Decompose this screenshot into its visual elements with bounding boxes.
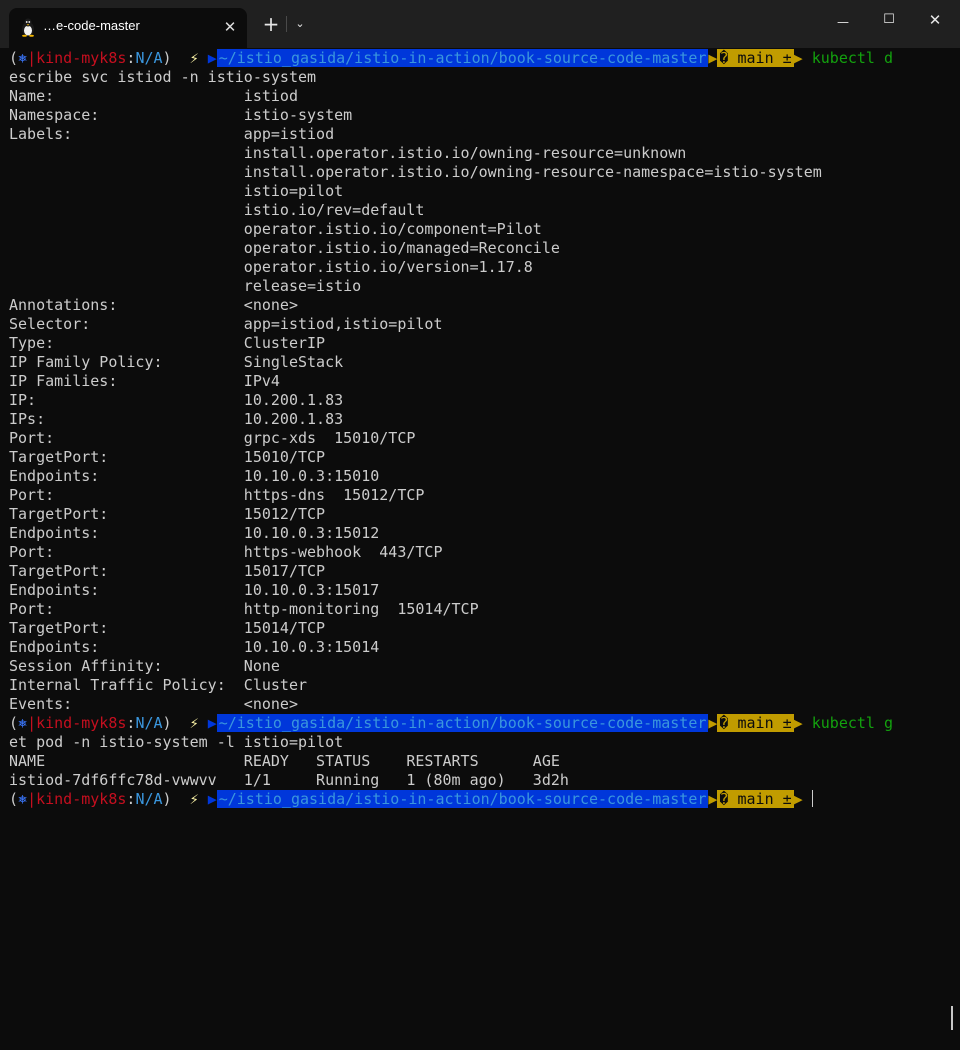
output-line: Events: <none>	[9, 695, 298, 713]
prompt-gap	[803, 49, 812, 67]
maximize-button[interactable]: ☐	[866, 0, 912, 40]
command-text: kubectl d	[811, 49, 894, 67]
prompt-separator: |	[27, 790, 37, 808]
prompt-gap	[172, 714, 190, 732]
command-continuation: escribe svc istiod -n istio-system	[9, 68, 317, 86]
prompt-line: (⎈|kind-myk8s:N/A) ⚡ ▶ ~/istio_gasida/ist…	[9, 49, 954, 68]
output-line: IPs: 10.200.1.83	[9, 410, 344, 428]
output-line: IP Families: IPv4	[9, 372, 280, 390]
git-branch: � main ±	[717, 714, 794, 732]
output-line: Endpoints: 10.10.0.3:15014	[9, 638, 380, 656]
prompt-gap	[803, 714, 812, 732]
output-line: TargetPort: 15012/TCP	[9, 505, 326, 523]
prompt-gap	[199, 49, 208, 67]
kube-namespace: N/A	[135, 714, 163, 732]
minimize-button[interactable]: —	[820, 0, 866, 40]
linux-tux-icon	[22, 18, 34, 37]
segment-arrow-icon: ▶	[207, 790, 217, 808]
output-line: Endpoints: 10.10.0.3:15017	[9, 581, 380, 599]
output-line: operator.istio.io/version=1.17.8	[9, 258, 533, 276]
tab-divider	[286, 16, 287, 32]
terminal-tab[interactable]: …e-code-master ✕	[9, 8, 247, 48]
prompt-line: (⎈|kind-myk8s:N/A) ⚡ ▶ ~/istio_gasida/ist…	[9, 790, 954, 809]
output-line: IP: 10.200.1.83	[9, 391, 344, 409]
output-line: Session Affinity: None	[9, 657, 280, 675]
prompt-paren-open: (	[9, 790, 19, 808]
new-tab-button[interactable]: +	[258, 12, 284, 36]
output-line: istio.io/rev=default	[9, 201, 425, 219]
git-branch: � main ±	[717, 49, 794, 67]
output-line: TargetPort: 15010/TCP	[9, 448, 326, 466]
tab-title: …e-code-master	[43, 18, 140, 33]
prompt-paren-open: (	[9, 714, 19, 732]
output-line: NAME READY STATUS RESTARTS AGE	[9, 752, 560, 770]
segment-arrow-icon: ▶	[207, 49, 217, 67]
output-line: install.operator.istio.io/owning-resourc…	[9, 163, 822, 181]
terminal-output[interactable]: (⎈|kind-myk8s:N/A) ⚡ ▶ ~/istio_gasida/ist…	[9, 49, 954, 1039]
output-line: Port: https-webhook 443/TCP	[9, 543, 443, 561]
segment-arrow-icon: ▶	[207, 714, 217, 732]
output-line: install.operator.istio.io/owning-resourc…	[9, 144, 687, 162]
prompt-gap	[172, 49, 190, 67]
lightning-icon: ⚡	[189, 714, 199, 732]
current-directory: ~/istio_gasida/istio-in-action/book-sour…	[216, 790, 709, 808]
scrollbar-thumb[interactable]	[951, 1006, 953, 1030]
prompt-line: (⎈|kind-myk8s:N/A) ⚡ ▶ ~/istio_gasida/ist…	[9, 714, 954, 733]
git-branch: � main ±	[717, 790, 794, 808]
output-line: release=istio	[9, 277, 362, 295]
prompt-paren-close: )	[162, 714, 172, 732]
segment-arrow-icon: ▶	[793, 714, 803, 732]
output-line: TargetPort: 15014/TCP	[9, 619, 326, 637]
prompt-gap	[199, 790, 208, 808]
output-line: Endpoints: 10.10.0.3:15010	[9, 467, 380, 485]
prompt-gap	[199, 714, 208, 732]
kube-namespace: N/A	[135, 790, 163, 808]
output-line: istiod-7df6ffc78d-vwwvv 1/1 Running 1 (8…	[9, 771, 569, 789]
prompt-separator: |	[27, 714, 37, 732]
segment-arrow-icon: ▶	[793, 790, 803, 808]
kube-context: kind-myk8s	[36, 714, 127, 732]
output-line: IP Family Policy: SingleStack	[9, 353, 344, 371]
kubernetes-icon: ⎈	[18, 714, 28, 732]
output-line: Port: https-dns 15012/TCP	[9, 486, 425, 504]
kubernetes-icon: ⎈	[18, 49, 28, 67]
current-directory: ~/istio_gasida/istio-in-action/book-sour…	[216, 49, 709, 67]
output-line: Selector: app=istiod,istio=pilot	[9, 315, 443, 333]
kube-context: kind-myk8s	[36, 49, 127, 67]
output-line: Port: grpc-xds 15010/TCP	[9, 429, 416, 447]
prompt-gap	[172, 790, 190, 808]
prompt-paren-open: (	[9, 49, 19, 67]
output-line: Annotations: <none>	[9, 296, 298, 314]
tab-close-icon[interactable]: ✕	[219, 16, 241, 38]
segment-arrow-icon: ▶	[793, 49, 803, 67]
text-cursor	[811, 790, 813, 807]
command-continuation: et pod -n istio-system -l istio=pilot	[9, 733, 344, 751]
prompt-gap	[803, 790, 812, 808]
command-text: kubectl g	[811, 714, 894, 732]
kube-namespace: N/A	[135, 49, 163, 67]
lightning-icon: ⚡	[189, 49, 199, 67]
output-line: istio=pilot	[9, 182, 344, 200]
output-line: Name: istiod	[9, 87, 298, 105]
output-line: Endpoints: 10.10.0.3:15012	[9, 524, 380, 542]
close-window-button[interactable]: ✕	[912, 0, 958, 40]
profile-dropdown-icon[interactable]: ⌄	[290, 12, 310, 36]
output-line: operator.istio.io/component=Pilot	[9, 220, 542, 238]
output-line: TargetPort: 15017/TCP	[9, 562, 326, 580]
kubernetes-icon: ⎈	[18, 790, 28, 808]
output-line: operator.istio.io/managed=Reconcile	[9, 239, 560, 257]
output-line: Port: http-monitoring 15014/TCP	[9, 600, 479, 618]
prompt-separator: |	[27, 49, 37, 67]
output-line: Internal Traffic Policy: Cluster	[9, 676, 308, 694]
output-line: Type: ClusterIP	[9, 334, 326, 352]
title-bar: …e-code-master ✕ + ⌄ — ☐ ✕	[0, 0, 960, 48]
current-directory: ~/istio_gasida/istio-in-action/book-sour…	[216, 714, 709, 732]
kube-context: kind-myk8s	[36, 790, 127, 808]
output-line: Labels: app=istiod	[9, 125, 335, 143]
output-line: Namespace: istio-system	[9, 106, 353, 124]
prompt-paren-close: )	[162, 49, 172, 67]
lightning-icon: ⚡	[189, 790, 199, 808]
prompt-paren-close: )	[162, 790, 172, 808]
